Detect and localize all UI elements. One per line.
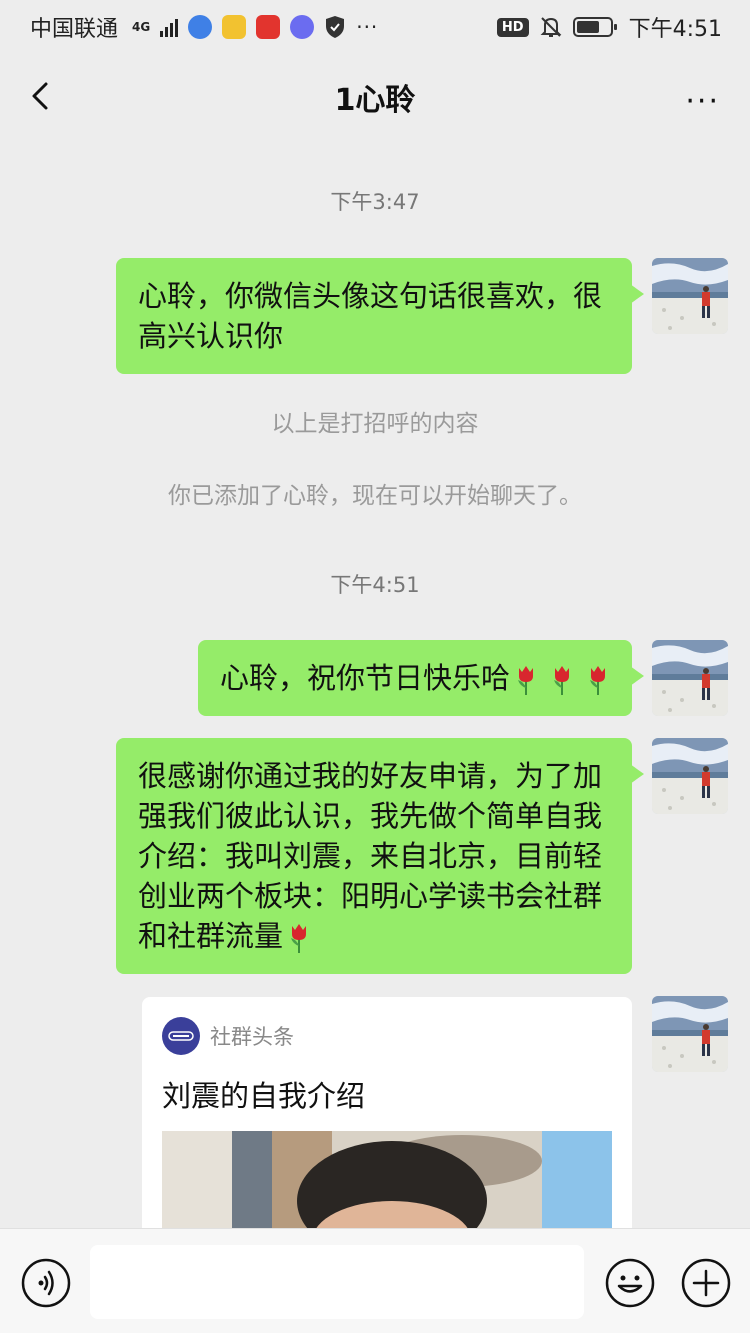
chat-title: 1心聆 — [334, 83, 416, 118]
timestamp: 下午3:47 — [330, 190, 420, 214]
emoji-icon[interactable] — [604, 1257, 656, 1309]
message-text: 心聆，你微信头像这句话很喜欢，很高兴认识你 — [138, 279, 603, 353]
more-icon[interactable]: ··· — [685, 84, 720, 119]
browser-icon — [188, 15, 213, 39]
voice-icon[interactable] — [20, 1257, 72, 1309]
music-icon — [290, 15, 315, 39]
card-thumbnail — [162, 1131, 612, 1237]
input-bar — [0, 1228, 750, 1333]
more-dots-icon: ··· — [356, 15, 379, 39]
message-text: 很感谢你通过我的好友申请，为了加强我们彼此认识，我先做个简单自我介绍：我叫刘震，… — [138, 759, 603, 953]
tulip-emoji-icon — [287, 922, 311, 954]
status-time: 下午4:51 — [628, 17, 722, 42]
plus-icon[interactable] — [680, 1257, 732, 1309]
carrier-label: 中国联通 — [30, 17, 119, 42]
huawei-store-icon — [256, 15, 281, 39]
tulip-emoji-icon — [586, 664, 610, 696]
system-note-added: 你已添加了心聆，现在可以开始聊天了。 — [168, 483, 582, 509]
avatar[interactable] — [652, 996, 728, 1072]
card-title: 刘震的自我介绍 — [162, 1079, 366, 1113]
shield-icon — [326, 16, 345, 38]
signal-icon — [160, 17, 179, 37]
card-source: 社群头条 — [162, 1017, 294, 1055]
avatar[interactable] — [652, 640, 728, 716]
system-note-greeting: 以上是打招呼的内容 — [271, 411, 479, 437]
message-text: 心聆，祝你节日快乐哈 — [219, 661, 510, 695]
tulip-emoji-icon — [514, 664, 538, 696]
source-logo-icon — [162, 1017, 200, 1055]
card-source-name: 社群头条 — [210, 1025, 294, 1049]
chat-header: 1心聆 ··· — [0, 54, 750, 140]
message-bubble[interactable]: 心聆，祝你节日快乐哈 — [197, 640, 645, 716]
avatar[interactable] — [652, 738, 728, 814]
timestamp: 下午4:51 — [330, 573, 420, 597]
message-bubble[interactable]: 很感谢你通过我的好友申请，为了加强我们彼此认识，我先做个简单自我介绍：我叫刘震，… — [116, 738, 644, 974]
status-left: 中国联通 4G ··· — [30, 11, 378, 43]
article-card[interactable]: 社群头条 刘震的自我介绍 — [142, 997, 632, 1237]
battery-icon — [572, 17, 617, 37]
status-right: HD 下午4:51 — [496, 11, 722, 43]
avatar[interactable] — [652, 258, 728, 334]
chevron-left-icon[interactable] — [22, 76, 62, 116]
network-type-label: 4G — [132, 20, 151, 34]
message-input[interactable] — [90, 1245, 584, 1319]
message-bubble[interactable]: 心聆，你微信头像这句话很喜欢，很高兴认识你 — [116, 258, 644, 374]
tulip-emoji-icon — [550, 664, 574, 696]
files-icon — [222, 15, 247, 39]
mute-bell-icon — [540, 17, 562, 37]
status-bar: 中国联通 4G ··· HD 下午4:51 — [0, 0, 750, 54]
hd-badge: HD — [496, 17, 529, 37]
